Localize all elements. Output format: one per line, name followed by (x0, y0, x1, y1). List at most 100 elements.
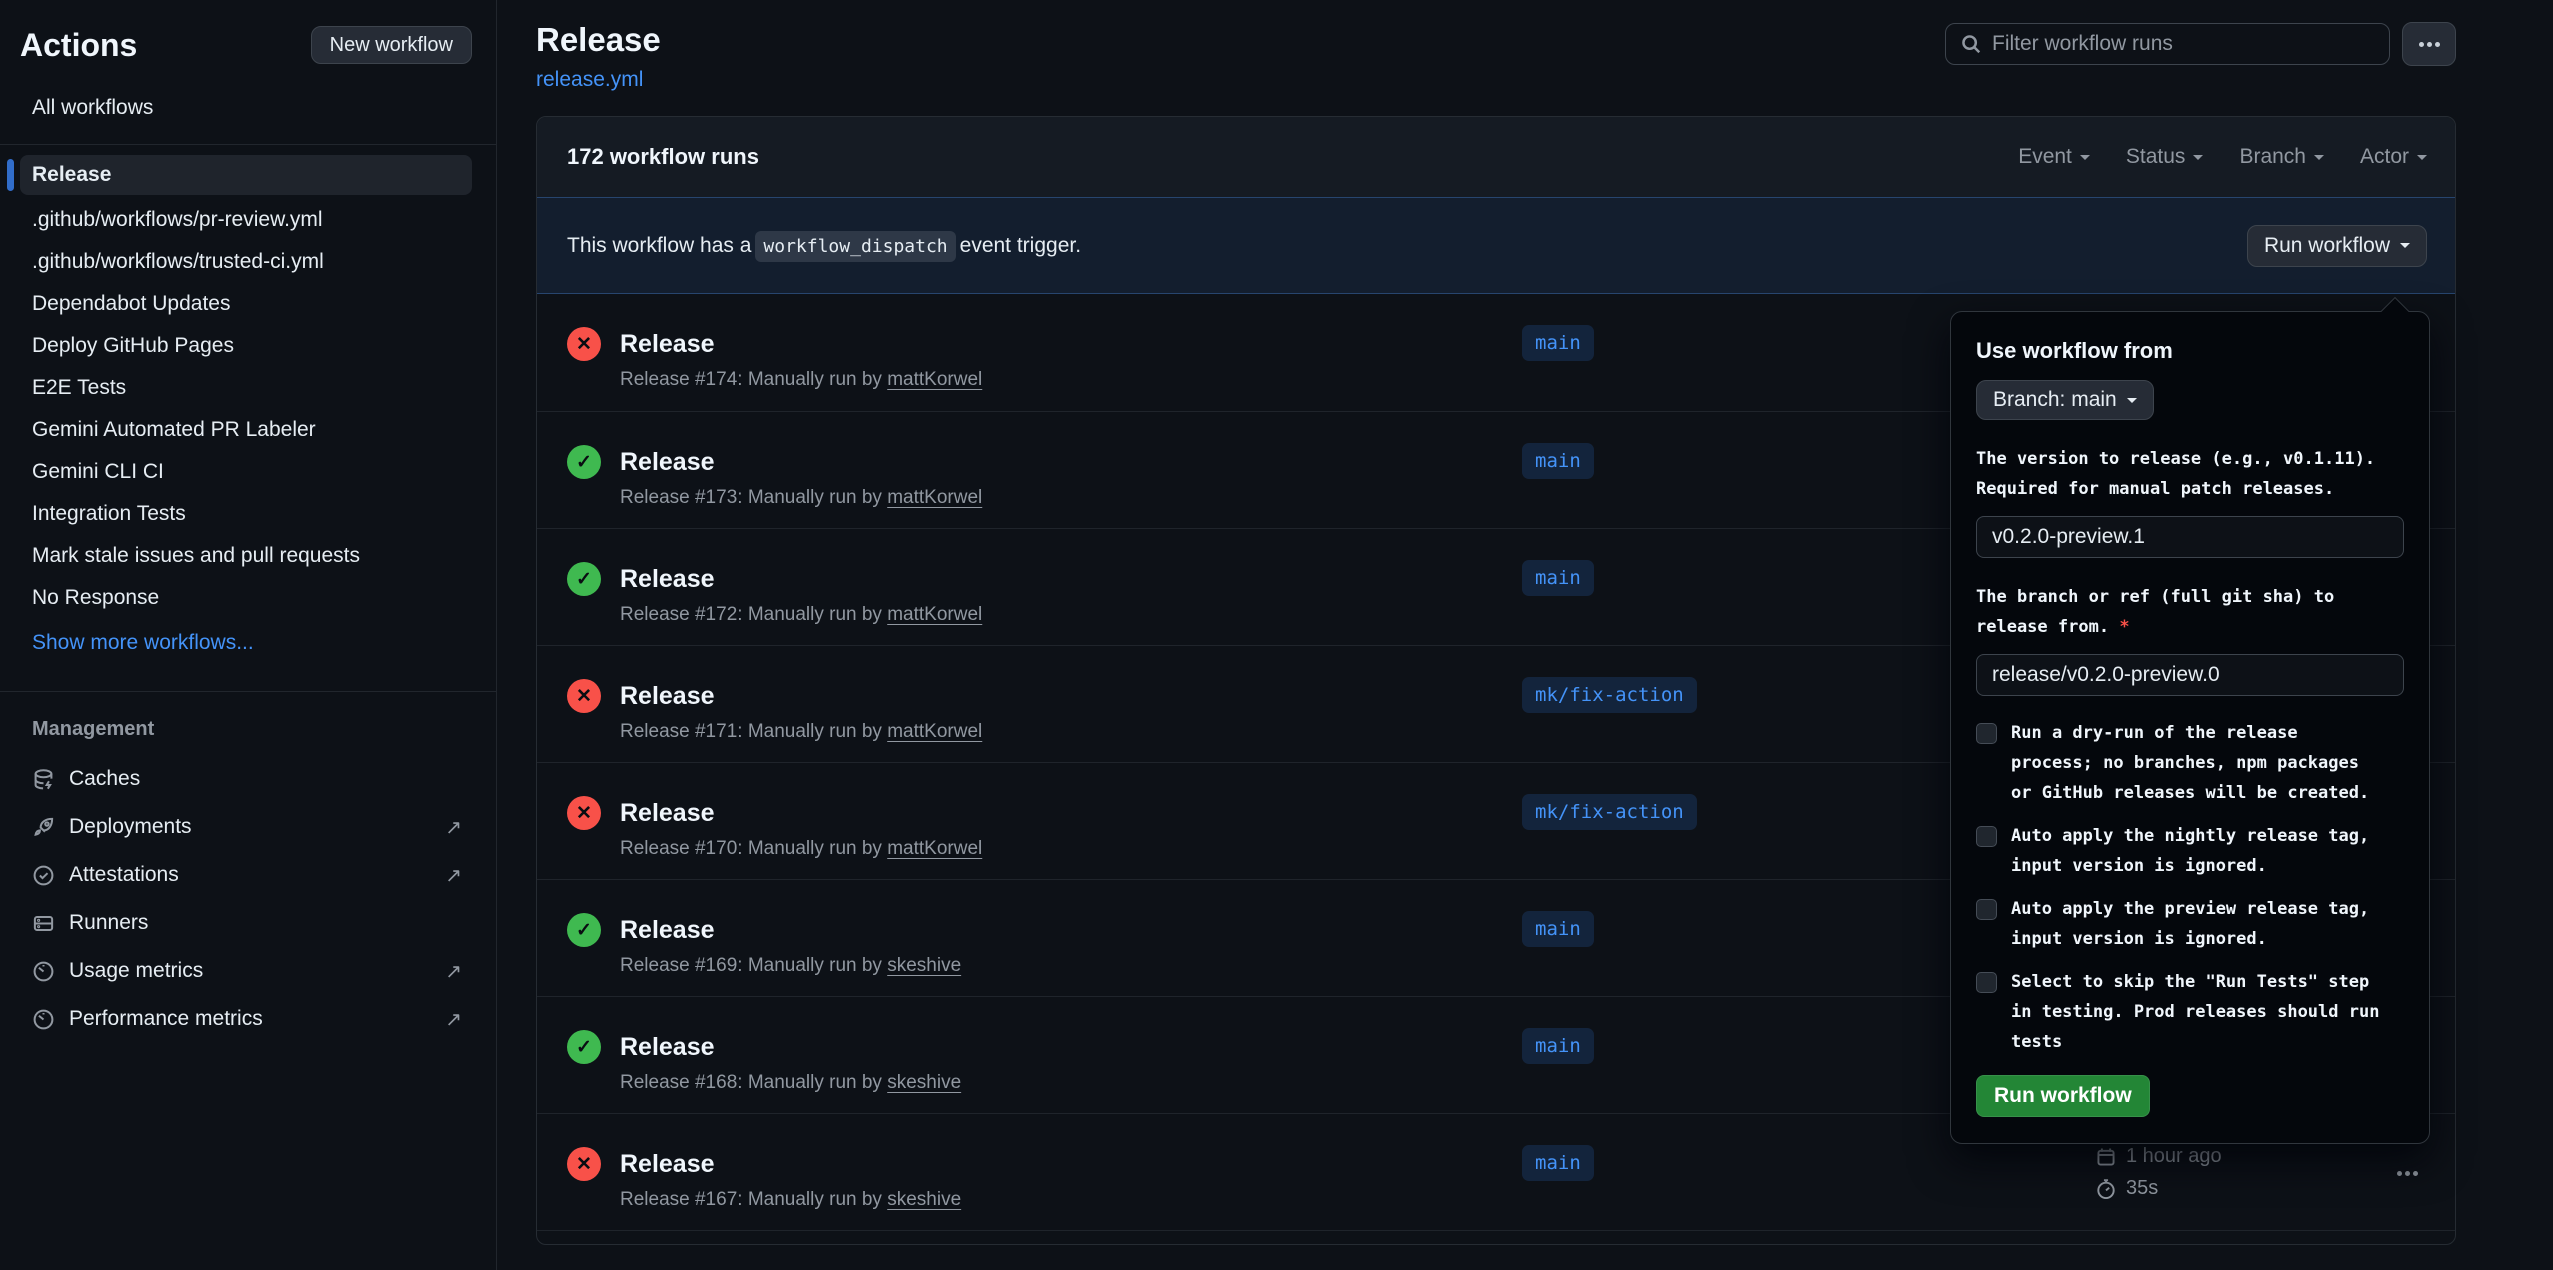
branch-badge[interactable]: main (1522, 443, 1594, 479)
branch-badge[interactable]: mk/fix-action (1522, 794, 1697, 830)
run-title-link[interactable]: Release (620, 679, 982, 713)
run-actor-link[interactable]: mattKorwel (887, 838, 982, 859)
run-kebab-button[interactable] (2385, 1158, 2429, 1188)
run-actor-link[interactable]: skeshive (887, 955, 961, 976)
sidebar-item-workflow[interactable]: Gemini Automated PR Labeler (20, 409, 472, 451)
filter-dropdown-branch[interactable]: Branch (2239, 145, 2324, 169)
run-meta-line: 1 hour ago (2095, 1145, 2222, 1168)
ref-input[interactable] (1976, 654, 2404, 696)
workflow-item-label: E2E Tests (32, 376, 126, 400)
run-description-prefix: Release #173: Manually run by (620, 487, 887, 508)
sidebar-item-all-workflows[interactable]: All workflows (32, 96, 472, 120)
filter-dropdown-label: Status (2126, 145, 2186, 169)
run-description: Release #168: Manually run by skeshive (620, 1072, 961, 1094)
sidebar-item-caches[interactable]: Caches (20, 755, 472, 803)
run-title-link[interactable]: Release (620, 1030, 961, 1064)
sidebar-item-workflow[interactable]: Dependabot Updates (20, 283, 472, 325)
run-row-main: ✕ Release Release #171: Manually run by ma… (567, 679, 982, 743)
filter-dropdown-label: Branch (2239, 145, 2306, 169)
show-more-workflows-link[interactable]: Show more workflows... (32, 631, 254, 655)
filter-workflow-runs-input[interactable] (1992, 32, 2375, 56)
checkbox-label[interactable]: Select to skip the "Run Tests" step in t… (2011, 967, 2379, 1057)
sidebar-item-workflow[interactable]: Release (20, 155, 472, 195)
branch-badge[interactable]: main (1522, 911, 1594, 947)
run-title-link[interactable]: Release (620, 327, 982, 361)
sidebar-item-workflow[interactable]: Integration Tests (20, 493, 472, 535)
popup-checkbox-row: Auto apply the nightly release tag, inpu… (1976, 821, 2403, 881)
run-description-prefix: Release #171: Manually run by (620, 721, 887, 742)
checkbox-label[interactable]: Run a dry-run of the release process; no… (2011, 718, 2369, 808)
sidebar-item-deployments[interactable]: Deployments↗ (20, 803, 472, 851)
checkbox-input[interactable] (1976, 972, 1997, 993)
run-description-prefix: Release #168: Manually run by (620, 1072, 887, 1093)
sidebar-item-workflow[interactable]: .github/workflows/trusted-ci.yml (20, 241, 472, 283)
management-section: Management CachesDeployments↗Attestation… (20, 691, 472, 1043)
management-item-label: Attestations (69, 863, 445, 887)
branch-badge[interactable]: main (1522, 325, 1594, 361)
sidebar-item-workflow[interactable]: Deploy GitHub Pages (20, 325, 472, 367)
workflow-item-label: .github/workflows/pr-review.yml (32, 208, 323, 232)
run-actor-link[interactable]: skeshive (887, 1072, 961, 1093)
management-item-label: Runners (69, 911, 472, 935)
new-workflow-button[interactable]: New workflow (311, 26, 472, 64)
run-workflow-submit-button[interactable]: Run workflow (1976, 1075, 2150, 1117)
workflow-item-label: Mark stale issues and pull requests (32, 544, 360, 568)
run-title-link[interactable]: Release (620, 562, 982, 596)
runs-count: 172 workflow runs (567, 144, 759, 170)
sidebar-item-runners[interactable]: Runners (20, 899, 472, 947)
checkbox-input[interactable] (1976, 723, 1997, 744)
branch-badge[interactable]: mk/fix-action (1522, 677, 1697, 713)
sidebar-item-workflow[interactable]: .github/workflows/pr-review.yml (20, 199, 472, 241)
run-workflow-dropdown-button[interactable]: Run workflow (2247, 225, 2427, 267)
branch-badge[interactable]: main (1522, 1028, 1594, 1064)
run-actor-link[interactable]: mattKorwel (887, 487, 982, 508)
checkbox-input[interactable] (1976, 899, 1997, 920)
chevron-down-icon (2080, 155, 2090, 165)
sidebar-item-workflow[interactable]: No Response (20, 577, 472, 619)
sidebar-item-attestations[interactable]: Attestations↗ (20, 851, 472, 899)
run-row-main: ✓ReleaseRelease #168: Manually run by sk… (567, 1030, 961, 1094)
filter-dropdown-actor[interactable]: Actor (2360, 145, 2427, 169)
branch-badge[interactable]: main (1522, 1145, 1594, 1181)
checkbox-input[interactable] (1976, 826, 1997, 847)
filter-dropdown-status[interactable]: Status (2126, 145, 2204, 169)
run-title-link[interactable]: Release (620, 1147, 961, 1181)
gauge-icon (32, 1008, 55, 1031)
run-title-link[interactable]: Release (620, 445, 982, 479)
workflow-item-label: Release (32, 163, 111, 187)
runs-filters: Event Status Branch Actor (2018, 145, 2427, 169)
run-actor-link[interactable]: mattKorwel (887, 604, 982, 625)
external-link-icon: ↗ (445, 863, 462, 888)
run-row-text: Release Release #174: Manually run by mat… (620, 327, 982, 391)
run-actor-link[interactable]: mattKorwel (887, 721, 982, 742)
filter-dropdown-event[interactable]: Event (2018, 145, 2090, 169)
run-actor-link[interactable]: mattKorwel (887, 369, 982, 390)
checkbox-label[interactable]: Auto apply the preview release tag, inpu… (2011, 894, 2369, 954)
checkbox-label[interactable]: Auto apply the nightly release tag, inpu… (2011, 821, 2369, 881)
run-row-text: Release Release #173: Manually run by mat… (620, 445, 982, 509)
status-failure-icon: ✕ (567, 679, 601, 713)
page-kebab-button[interactable] (2402, 22, 2456, 66)
sidebar-item-performance-metrics[interactable]: Performance metrics↗ (20, 995, 472, 1043)
chevron-down-icon (2417, 155, 2427, 165)
version-input[interactable] (1976, 516, 2404, 558)
branch-badge[interactable]: main (1522, 560, 1594, 596)
calendar-icon (2095, 1146, 2117, 1168)
run-description: Release #167: Manually run by skeshive (620, 1189, 961, 1211)
filter-dropdown-label: Actor (2360, 145, 2409, 169)
sidebar-item-workflow[interactable]: Gemini CLI CI (20, 451, 472, 493)
run-row-main: ✕ReleaseRelease #167: Manually run by sk… (567, 1147, 961, 1211)
sidebar-item-workflow[interactable]: E2E Tests (20, 367, 472, 409)
workflow-file-link[interactable]: release.yml (536, 68, 643, 92)
run-description-prefix: Release #174: Manually run by (620, 369, 887, 390)
run-actor-link[interactable]: skeshive (887, 1189, 961, 1210)
run-title-link[interactable]: Release (620, 913, 961, 947)
external-link-icon: ↗ (445, 959, 462, 984)
run-description-prefix: Release #170: Manually run by (620, 838, 887, 859)
sidebar-item-usage-metrics[interactable]: Usage metrics↗ (20, 947, 472, 995)
kebab-icon (2405, 1171, 2410, 1176)
run-description: Release #173: Manually run by mattKorwel (620, 487, 982, 509)
run-title-link[interactable]: Release (620, 796, 982, 830)
sidebar-item-workflow[interactable]: Mark stale issues and pull requests (20, 535, 472, 577)
branch-select-button[interactable]: Branch: main (1976, 380, 2154, 420)
